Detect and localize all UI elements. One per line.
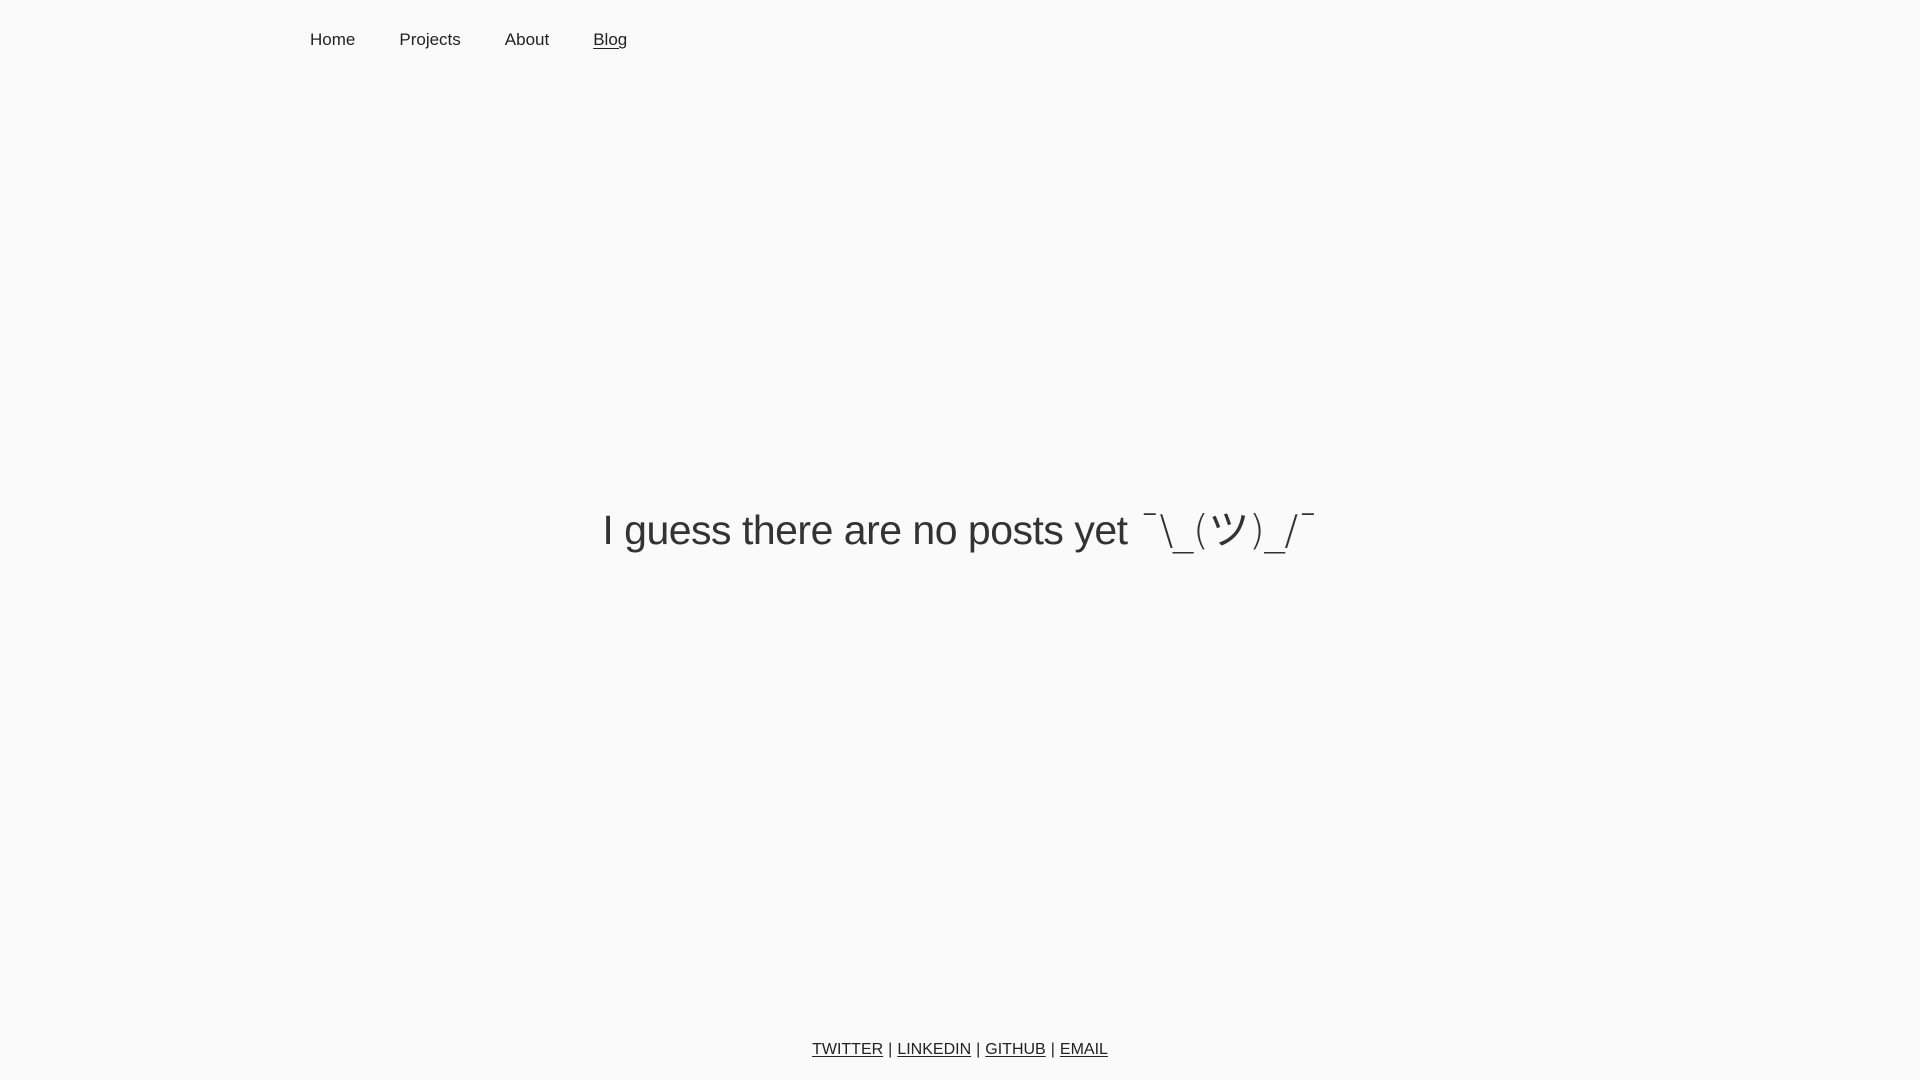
footer-separator: |	[976, 1041, 981, 1058]
empty-posts-text: I guess there are no posts yet	[602, 507, 1128, 553]
nav-link-about[interactable]: About	[505, 27, 549, 53]
footer-separator: |	[888, 1041, 893, 1058]
linkedin-link[interactable]: LINKEDIN	[897, 1041, 971, 1058]
twitter-link[interactable]: TWITTER	[812, 1041, 883, 1058]
shrug-emoticon: ¯\_(ツ)_/¯	[1139, 506, 1319, 554]
empty-posts-message: I guess there are no posts yet ¯\_(ツ)_/¯	[0, 502, 1920, 558]
nav-link-home[interactable]: Home	[310, 27, 355, 53]
github-link[interactable]: GITHUB	[985, 1041, 1045, 1058]
page: Home Projects About Blog I guess there a…	[0, 0, 1920, 1080]
top-nav: Home Projects About Blog	[310, 27, 671, 53]
social-footer: TWITTER | LINKEDIN | GITHUB | EMAIL	[0, 1038, 1920, 1062]
footer-separator: |	[1050, 1041, 1055, 1058]
nav-link-projects[interactable]: Projects	[399, 27, 460, 53]
nav-link-blog[interactable]: Blog	[593, 27, 627, 53]
email-link[interactable]: EMAIL	[1060, 1041, 1108, 1058]
